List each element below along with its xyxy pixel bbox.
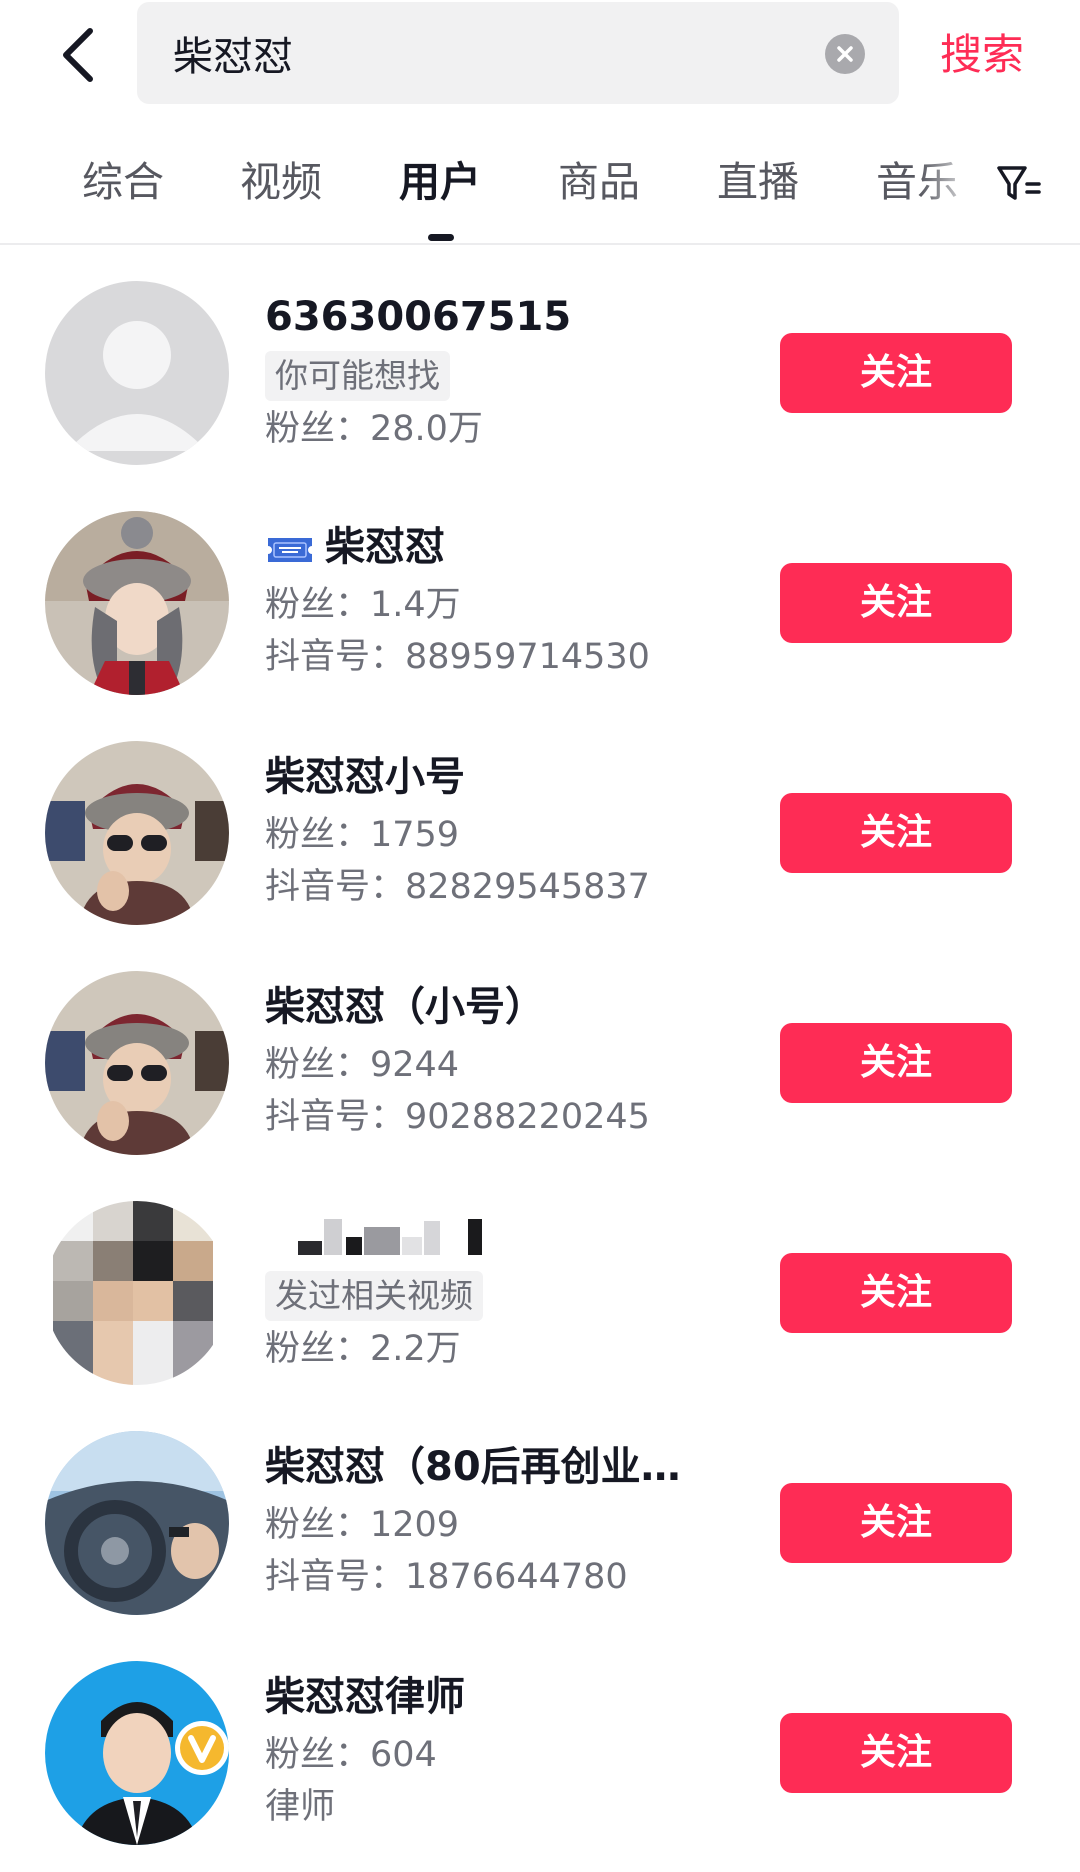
related-video-tag: 发过相关视频 — [265, 1271, 483, 1321]
list-item[interactable]: 柴怼怼律师 粉丝：604 律师 关注 — [0, 1625, 1080, 1855]
douyin-id: 抖音号：1876644780 — [265, 1557, 628, 1597]
clear-icon — [837, 46, 853, 62]
default-avatar-icon — [45, 281, 229, 465]
fans-count: 粉丝：604 — [265, 1735, 437, 1775]
follow-button[interactable]: 关注 — [780, 333, 1012, 413]
user-name[interactable]: 柴怼怼 — [325, 521, 445, 573]
search-tabs: 综合 视频 用户 商品 直播 音乐 — [0, 132, 1080, 242]
tab-live[interactable]: 直播 — [717, 154, 799, 210]
follow-button[interactable]: 关注 — [780, 1023, 1012, 1103]
profession-label: 律师 — [265, 1787, 336, 1827]
user-name[interactable]: 柴怼怼律师 — [265, 1671, 465, 1723]
douyin-id: 抖音号：88959714530 — [265, 637, 650, 677]
avatar[interactable] — [45, 971, 229, 1155]
avatar[interactable] — [45, 741, 229, 925]
top-search-bar: 搜索 — [0, 0, 1080, 118]
douyin-id: 抖音号：82829545837 — [265, 867, 650, 907]
avatar[interactable] — [45, 511, 229, 695]
fans-count: 粉丝：2.2万 — [265, 1329, 461, 1369]
avatar[interactable] — [45, 281, 229, 465]
filter-icon — [997, 166, 1041, 200]
admit-one-ticket-icon — [268, 538, 312, 562]
back-button[interactable] — [48, 22, 108, 88]
search-input[interactable] — [173, 2, 773, 104]
tab-comprehensive[interactable]: 综合 — [82, 154, 164, 210]
follow-button[interactable]: 关注 — [780, 793, 1012, 873]
active-tab-indicator — [428, 234, 454, 241]
user-name[interactable]: 柴怼怼（小号） — [265, 981, 545, 1033]
fans-count: 粉丝：1.4万 — [265, 585, 461, 625]
list-item[interactable]: 柴怼怼小号 粉丝：1759 抖音号：82829545837 关注 — [0, 705, 1080, 935]
follow-button[interactable]: 关注 — [780, 1713, 1012, 1793]
fans-count: 粉丝：1759 — [265, 815, 460, 855]
tab-videos[interactable]: 视频 — [240, 154, 322, 210]
fans-count: 粉丝：1209 — [265, 1505, 460, 1545]
list-item[interactable]: 柴怼怼（80后再创业… 粉丝：1209 抖音号：1876644780 关注 — [0, 1395, 1080, 1625]
fans-count: 粉丝：28.0万 — [265, 409, 483, 449]
douyin-id: 抖音号：90288220245 — [265, 1097, 650, 1137]
follow-button[interactable]: 关注 — [780, 1253, 1012, 1333]
avatar[interactable] — [45, 1201, 229, 1385]
photo-avatar-image — [45, 741, 229, 925]
avatar[interactable] — [45, 1431, 229, 1615]
follow-button[interactable]: 关注 — [780, 1483, 1012, 1563]
blurred-user-name — [298, 1219, 482, 1255]
filter-button[interactable] — [995, 160, 1043, 208]
tab-users[interactable]: 用户 — [399, 154, 481, 210]
fans-count: 粉丝：9244 — [265, 1045, 460, 1085]
tab-music[interactable]: 音乐 — [876, 154, 958, 210]
photo-avatar-image — [45, 1431, 229, 1615]
gold-v-verified-icon — [175, 1721, 229, 1775]
photo-avatar-image — [45, 971, 229, 1155]
user-name[interactable]: 柴怼怼小号 — [265, 751, 465, 803]
user-name[interactable]: 柴怼怼（80后再创业… — [265, 1441, 681, 1493]
user-name[interactable]: 63630067515 — [265, 291, 571, 343]
list-item[interactable]: 柴怼怼 粉丝：1.4万 抖音号：88959714530 关注 — [0, 475, 1080, 705]
follow-button[interactable]: 关注 — [780, 563, 1012, 643]
tab-products[interactable]: 商品 — [558, 154, 640, 210]
list-item[interactable]: 63630067515 你可能想找 粉丝：28.0万 关注 — [0, 245, 1080, 475]
blurred-avatar-image — [45, 1201, 229, 1385]
list-item[interactable]: 发过相关视频 粉丝：2.2万 关注 — [0, 1165, 1080, 1395]
list-item[interactable]: 柴怼怼（小号） 粉丝：9244 抖音号：90288220245 关注 — [0, 935, 1080, 1165]
back-arrow-icon — [63, 28, 93, 82]
photo-avatar-image — [45, 511, 229, 695]
suggestion-tag: 你可能想找 — [265, 351, 450, 401]
clear-search-button[interactable] — [825, 34, 865, 74]
search-box — [137, 2, 899, 104]
search-submit-button[interactable]: 搜索 — [940, 22, 1024, 88]
